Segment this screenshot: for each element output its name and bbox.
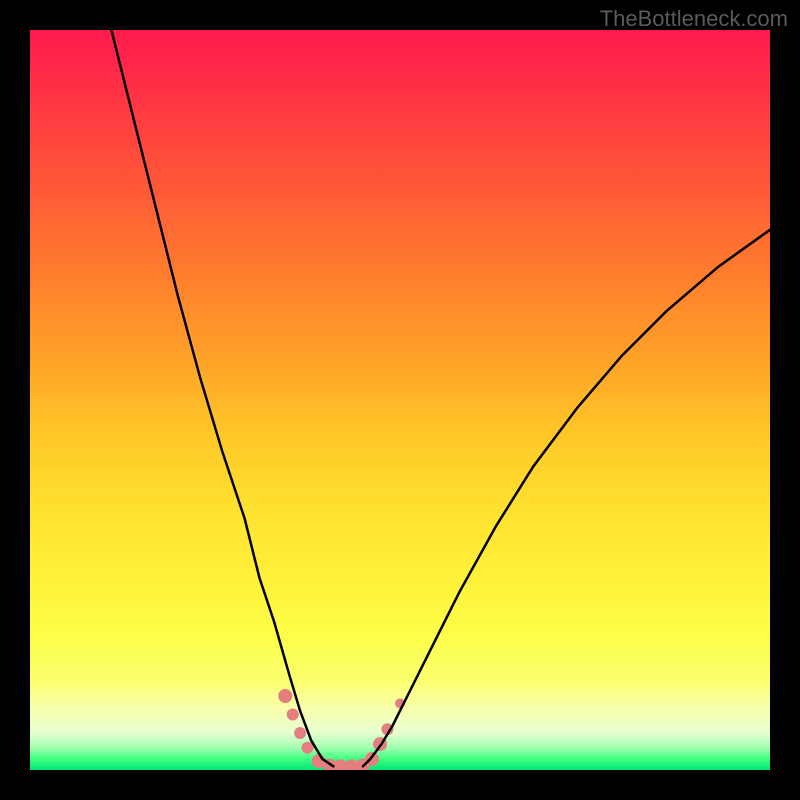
highlight-marker <box>287 709 299 721</box>
right-curve-line <box>363 230 770 767</box>
highlight-marker <box>294 727 306 739</box>
left-curve-line <box>111 30 333 766</box>
highlight-marker <box>278 689 292 703</box>
chart-plot-area <box>30 30 770 770</box>
chart-svg <box>30 30 770 770</box>
watermark-text: TheBottleneck.com <box>600 6 788 32</box>
